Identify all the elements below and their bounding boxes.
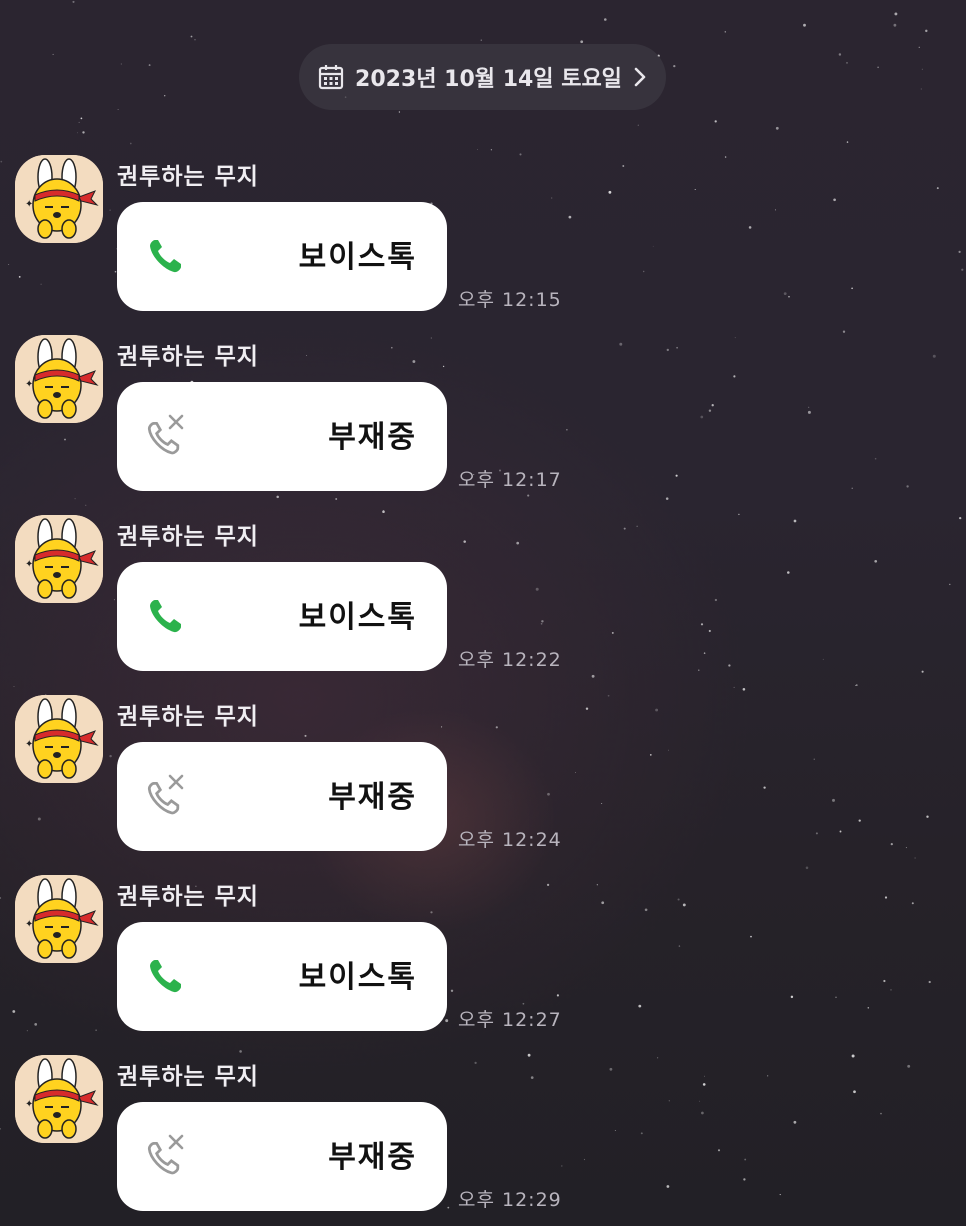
message-time: 오후 12:22 <box>458 649 562 671</box>
svg-text:✦: ✦ <box>25 1099 33 1110</box>
chat-message-6: ✦ 권투하는 무지 부재중 오후 12:29 <box>0 1055 966 1226</box>
phone-icon <box>141 952 191 1002</box>
phone-icon <box>141 232 191 282</box>
missed-call-icon <box>141 1132 191 1182</box>
svg-text:✦: ✦ <box>25 199 33 210</box>
muzi-boxing-avatar[interactable]: ✦ <box>15 335 103 423</box>
message-time: 오후 12:24 <box>458 829 562 851</box>
missed-call-bubble-2[interactable]: 부재중 <box>117 382 447 491</box>
chat-message-1: ✦ 권투하는 무지 보이스톡 오후 12:15 <box>0 155 966 335</box>
chat-message-3: ✦ 권투하는 무지 보이스톡 오후 12:22 <box>0 515 966 695</box>
muzi-boxing-avatar[interactable]: ✦ <box>15 515 103 603</box>
message-time: 오후 12:27 <box>458 1009 562 1031</box>
call-label: 보이스톡 <box>298 600 417 635</box>
missed-call-bubble-6[interactable]: 부재중 <box>117 1102 447 1211</box>
chevron-right-icon <box>632 65 648 89</box>
svg-text:✦: ✦ <box>25 919 33 930</box>
call-label: 부재중 <box>328 780 417 815</box>
chat-message-5: ✦ 권투하는 무지 보이스톡 오후 12:27 <box>0 875 966 1055</box>
voice-talk-bubble-1[interactable]: 보이스톡 <box>117 202 447 311</box>
date-label: 2023년 10월 14일 토요일 <box>355 67 622 92</box>
missed-call-icon <box>141 772 191 822</box>
message-time: 오후 12:29 <box>458 1189 562 1211</box>
phone-icon <box>141 592 191 642</box>
call-label: 부재중 <box>328 420 417 455</box>
chat-message-4: ✦ 권투하는 무지 부재중 오후 12:24 <box>0 695 966 875</box>
missed-call-icon <box>141 412 191 462</box>
sender-name: 권투하는 무지 <box>117 704 259 730</box>
sender-name: 권투하는 무지 <box>117 884 259 910</box>
svg-text:✦: ✦ <box>25 559 33 570</box>
message-time: 오후 12:17 <box>458 469 562 491</box>
voice-talk-bubble-3[interactable]: 보이스톡 <box>117 562 447 671</box>
muzi-boxing-avatar[interactable]: ✦ <box>15 1055 103 1143</box>
sender-name: 권투하는 무지 <box>117 164 259 190</box>
call-label: 부재중 <box>328 1140 417 1175</box>
muzi-boxing-avatar[interactable]: ✦ <box>15 875 103 963</box>
message-time: 오후 12:15 <box>458 289 562 311</box>
sender-name: 권투하는 무지 <box>117 1064 259 1090</box>
sender-name: 권투하는 무지 <box>117 524 259 550</box>
muzi-boxing-avatar[interactable]: ✦ <box>15 695 103 783</box>
missed-call-bubble-4[interactable]: 부재중 <box>117 742 447 851</box>
svg-text:✦: ✦ <box>25 379 33 390</box>
sender-name: 권투하는 무지 <box>117 344 259 370</box>
voice-talk-bubble-5[interactable]: 보이스톡 <box>117 922 447 1031</box>
calendar-icon <box>317 63 345 91</box>
chat-message-2: ✦ 권투하는 무지 부재중 오후 12:17 <box>0 335 966 515</box>
date-divider-button[interactable]: 2023년 10월 14일 토요일 <box>299 44 666 110</box>
call-label: 보이스톡 <box>298 960 417 995</box>
call-label: 보이스톡 <box>298 240 417 275</box>
muzi-boxing-avatar[interactable]: ✦ <box>15 155 103 243</box>
svg-text:✦: ✦ <box>25 739 33 750</box>
